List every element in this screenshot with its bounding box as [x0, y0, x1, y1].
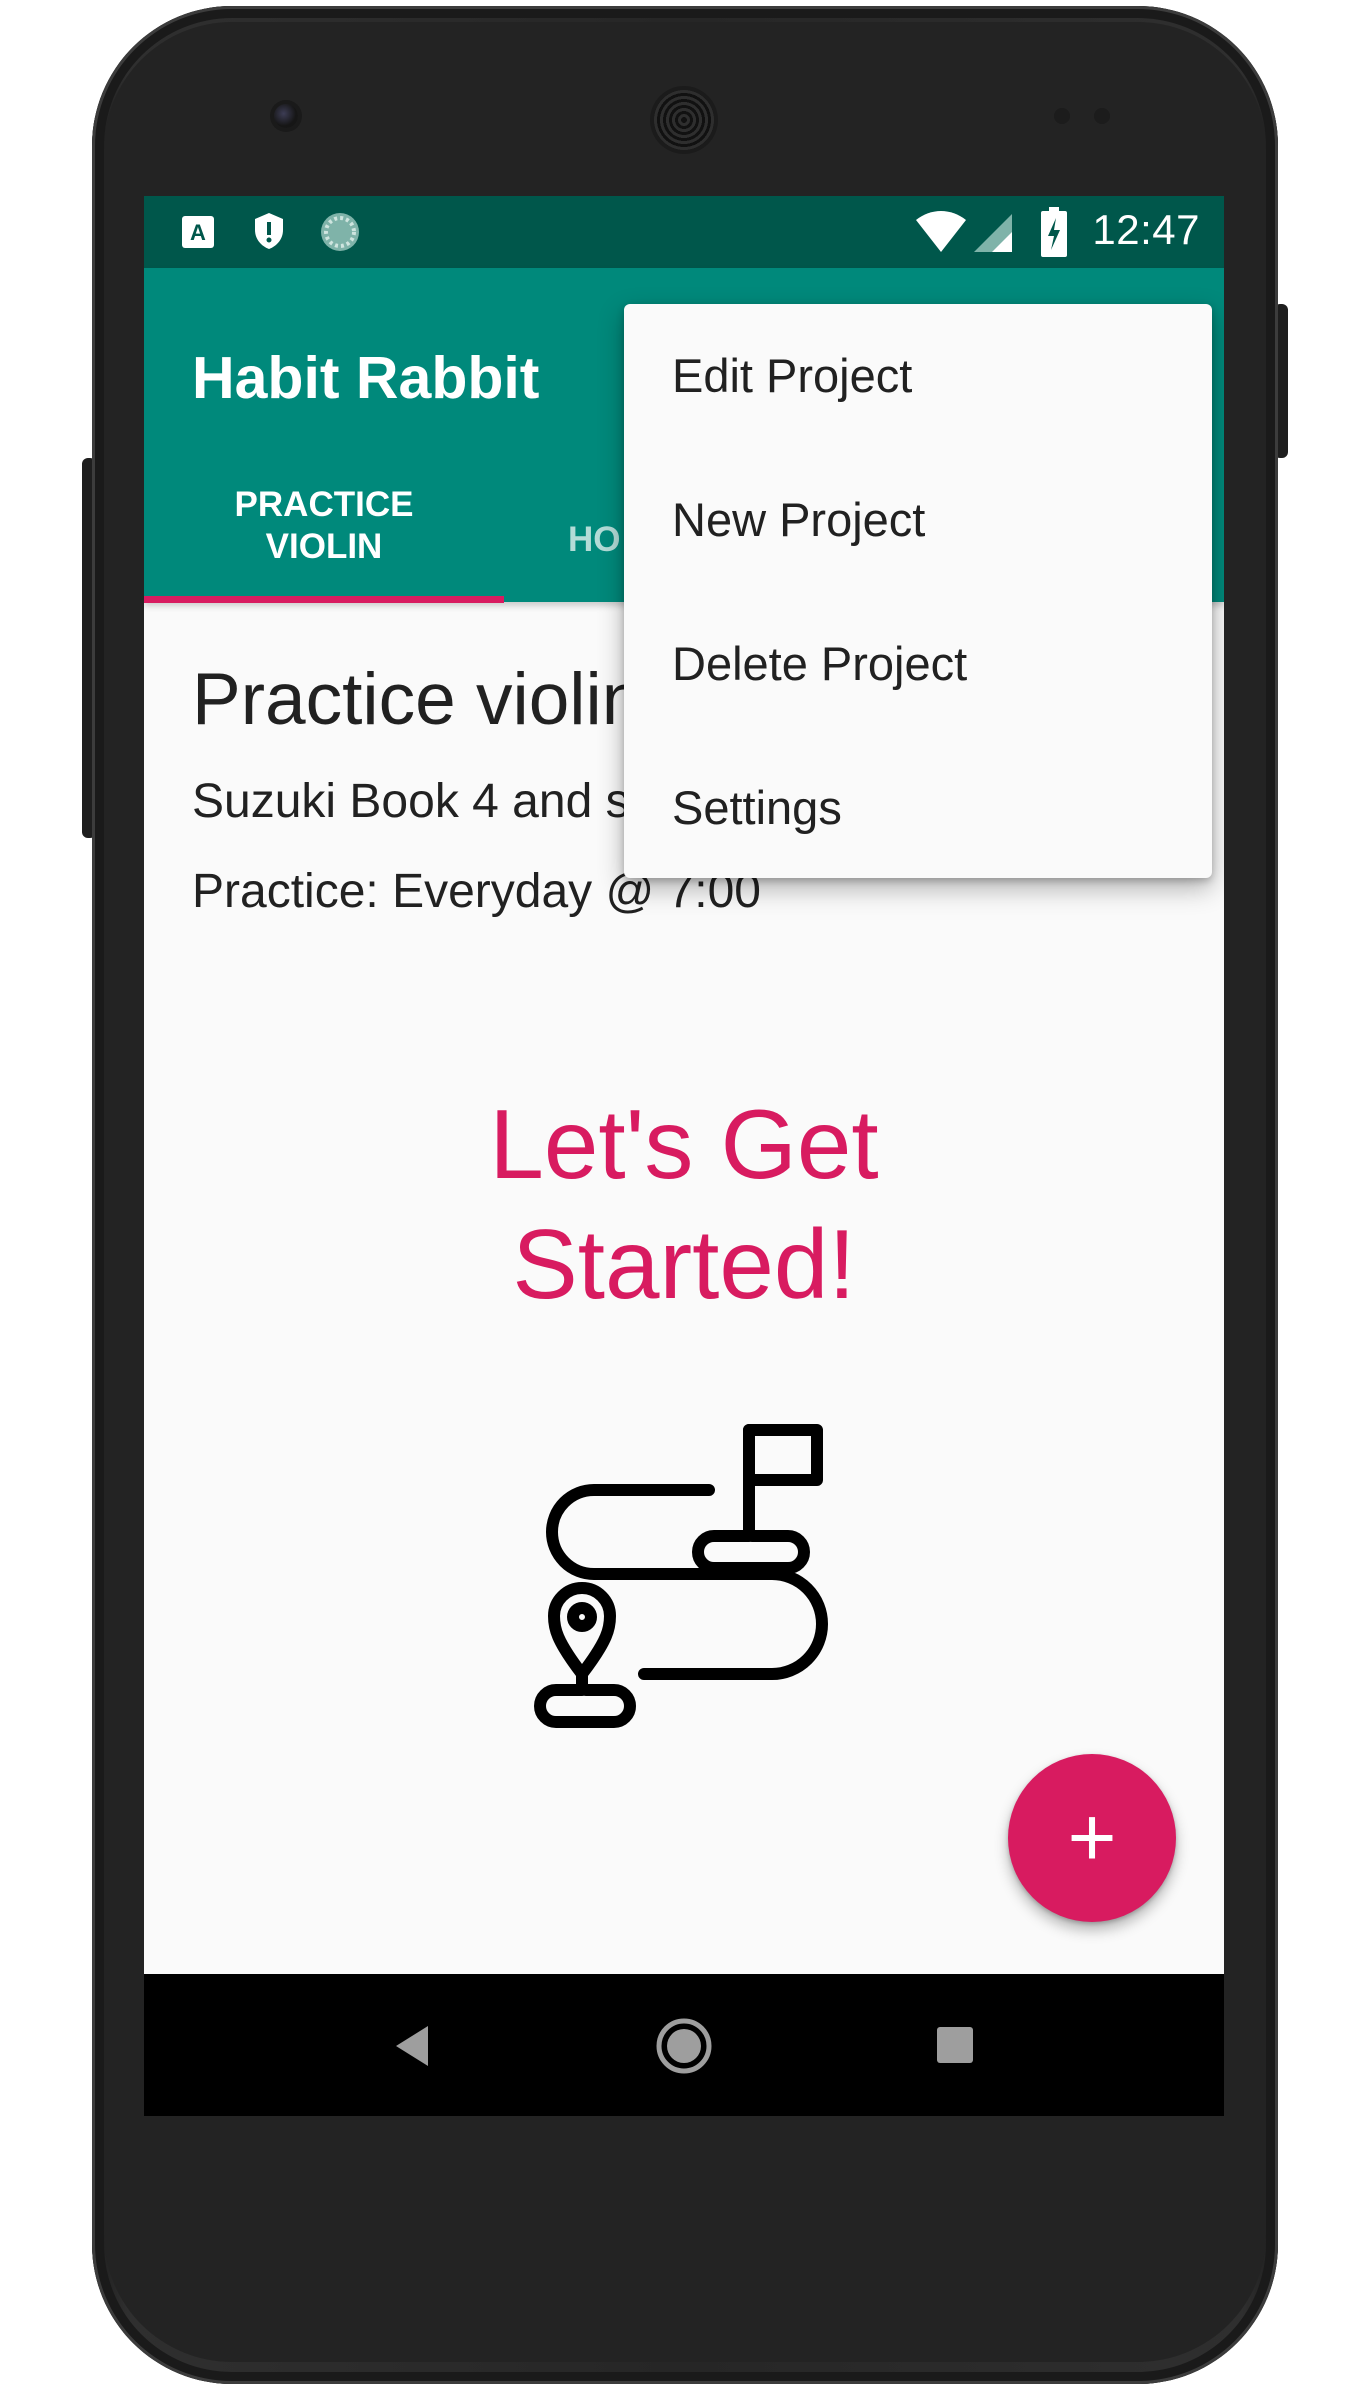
tab-indicator: [144, 596, 504, 603]
tab-label-line2: VIOLIN: [265, 527, 383, 566]
cta-line1: Let's Get: [489, 1089, 879, 1199]
sync-notification-icon: [321, 213, 359, 251]
svg-text:A: A: [190, 220, 206, 245]
status-time: 12:47: [1092, 206, 1200, 253]
navigation-bar: [144, 1974, 1224, 2116]
battery-charging-icon: [1041, 207, 1067, 257]
app-a-notification-icon: A: [182, 216, 214, 248]
plus-icon: +: [1067, 1790, 1117, 1884]
menu-item-delete-project[interactable]: Delete Project: [624, 592, 1212, 736]
speaker-grille: [654, 90, 714, 150]
status-bar: A 12:47: [144, 196, 1224, 268]
cta-line2: Started!: [512, 1209, 856, 1319]
menu-item-edit-project[interactable]: Edit Project: [624, 304, 1212, 448]
home-icon[interactable]: [654, 2016, 714, 2076]
wifi-icon: [916, 211, 966, 252]
recents-icon[interactable]: [936, 2026, 974, 2064]
tab-practice-violin[interactable]: PRACTICE VIOLIN: [144, 484, 504, 602]
get-started-message: Let's Get Started!: [144, 1084, 1224, 1324]
app-title: Habit Rabbit: [192, 345, 540, 411]
route-map-icon: [534, 1424, 828, 1728]
proximity-sensor: [1054, 108, 1070, 124]
project-title: Practice violin: [192, 659, 643, 740]
light-sensor: [1094, 108, 1110, 124]
menu-item-settings[interactable]: Settings: [624, 736, 1212, 880]
add-button[interactable]: +: [1008, 1754, 1176, 1922]
cell-signal-icon: [974, 214, 1012, 252]
tab-label-line1: PRACTICE: [234, 485, 414, 524]
shield-notification-icon: [255, 213, 283, 249]
back-icon[interactable]: [392, 2024, 432, 2068]
screen: A 12:47 Habit Rabbit PRACTICE VIOLIN HO …: [144, 196, 1224, 2116]
menu-item-new-project[interactable]: New Project: [624, 448, 1212, 592]
front-camera-icon: [274, 104, 298, 128]
overflow-menu: Edit Project New Project Delete Project …: [624, 304, 1212, 878]
